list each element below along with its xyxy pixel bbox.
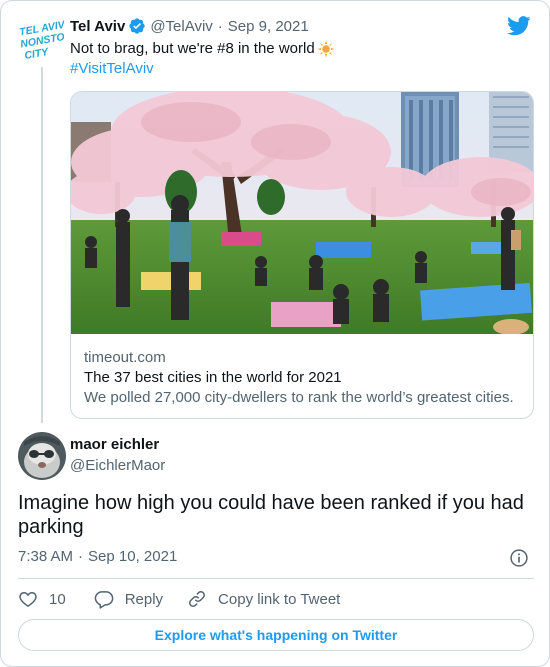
link-domain: timeout.com [84, 349, 166, 366]
heart-icon [19, 591, 37, 607]
reply-date: Sep 10, 2021 [88, 548, 178, 565]
reply-text-line-2: parking [18, 516, 84, 538]
actions-divider [18, 578, 534, 579]
reply-tweet-text: Imagine how high you could have been ran… [18, 491, 538, 539]
reply-avatar[interactable] [18, 432, 66, 480]
link-preview-image [71, 92, 533, 334]
reply-bubble-icon [94, 591, 114, 609]
reply-timestamp[interactable]: 7:38 AM · Sep 10, 2021 [18, 547, 177, 567]
reply-button[interactable]: Reply [94, 589, 163, 609]
timestamp-separator-dot: · [78, 548, 84, 565]
reply-time: 7:38 AM [18, 548, 74, 565]
embedded-tweet-card: TEL AVIV NONSTOP CITY Tel Aviv @TelAviv … [0, 0, 550, 667]
link-icon [189, 591, 206, 607]
parent-date[interactable]: Sep 9, 2021 [228, 18, 309, 35]
reply-handle[interactable]: @EichlerMaor [70, 456, 165, 476]
reply-text-line-1: Imagine how high you could have been ran… [18, 492, 524, 514]
link-preview-card[interactable]: timeout.com The 37 best cities in the wo… [70, 91, 534, 419]
reply-display-name[interactable]: maor eichler [70, 435, 159, 455]
link-description: We polled 27,000 city-dwellers to rank t… [84, 389, 514, 406]
reply-avatar-image [18, 432, 66, 480]
parent-tweet-header: Tel Aviv @TelAviv · Sep 9, 2021 [70, 15, 309, 37]
tweet-actions-bar: 10 Reply Copy link to Tweet [18, 588, 340, 610]
link-preview-meta: timeout.com The 37 best cities in the wo… [84, 348, 521, 408]
like-button[interactable]: 10 [18, 589, 66, 609]
reply-label: Reply [124, 590, 164, 608]
explore-twitter-button[interactable]: Explore what's happening on Twitter [18, 619, 534, 651]
thread-connector-line [41, 67, 43, 423]
tel-aviv-avatar[interactable]: TEL AVIV NONSTOP CITY [18, 17, 64, 63]
header-separator-dot: · [217, 17, 223, 35]
copy-link-button[interactable]: Copy link to Tweet [187, 589, 340, 609]
parent-text-line: Not to brag, but we're #8 in the world [70, 40, 315, 57]
parent-handle[interactable]: @TelAviv [150, 18, 212, 35]
explore-label: Explore what's happening on Twitter [154, 627, 398, 643]
verified-badge-icon [128, 17, 146, 35]
info-icon[interactable] [509, 548, 529, 568]
tel-aviv-logo-icon: TEL AVIV NONSTOP CITY [18, 19, 64, 62]
parent-tweet-text: Not to brag, but we're #8 in the world #… [70, 39, 335, 79]
parent-display-name[interactable]: Tel Aviv [70, 18, 125, 35]
link-title: The 37 best cities in the world for 2021 [84, 369, 342, 386]
twitter-bird-icon[interactable] [507, 15, 531, 37]
hashtag-link[interactable]: #VisitTelAviv [70, 59, 154, 79]
copy-link-label: Copy link to Tweet [218, 590, 341, 608]
sun-emoji-icon [317, 40, 335, 58]
like-count: 10 [49, 590, 66, 608]
